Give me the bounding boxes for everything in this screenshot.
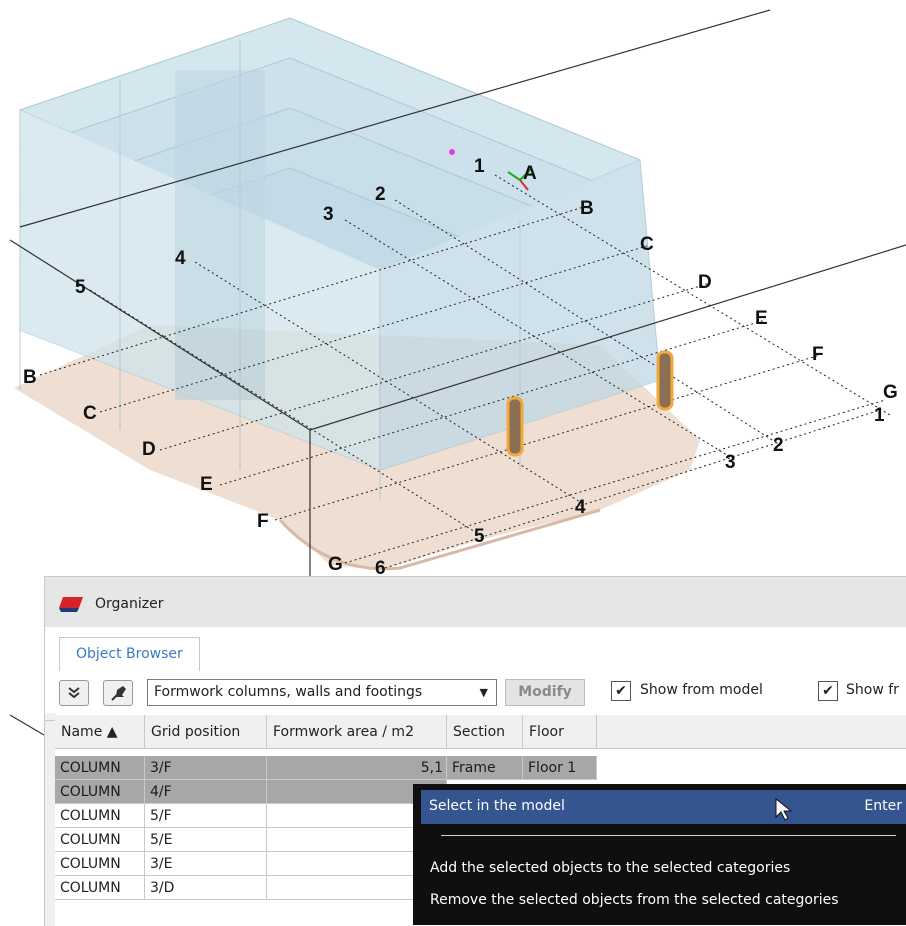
- cell-name: COLUMN: [55, 852, 145, 876]
- cell-grid-position: 4/F: [145, 780, 267, 804]
- organizer-app-icon: [59, 597, 83, 612]
- cell-name: COLUMN: [55, 876, 145, 900]
- grid-label: F: [812, 344, 824, 365]
- grid-label: 4: [575, 497, 586, 518]
- checkmark-icon: ✔: [615, 683, 627, 699]
- grid-label: E: [755, 308, 768, 329]
- grid-label: 1: [474, 156, 485, 177]
- menu-item-select-in-model[interactable]: Select in the model Enter: [421, 790, 906, 824]
- tab-object-browser[interactable]: Object Browser: [59, 637, 200, 671]
- menu-item-add-to-categories[interactable]: Add the selected objects to the selected…: [430, 860, 790, 876]
- grid-label: 3: [323, 204, 334, 225]
- grid-label: F: [257, 511, 269, 532]
- grid-label: G: [328, 554, 343, 575]
- pin-icon: [111, 686, 126, 701]
- cell-grid-position: 5/F: [145, 804, 267, 828]
- cell-section: Frame: [447, 756, 523, 780]
- window-title: Organizer: [95, 596, 164, 612]
- grid-label: G: [883, 382, 898, 403]
- tab-strip: Object Browser: [45, 627, 906, 721]
- show-from-model-checkbox[interactable]: ✔: [611, 681, 631, 701]
- checkmark-icon: ✔: [822, 683, 834, 699]
- grid-label: 2: [375, 184, 386, 205]
- show-second-checkbox[interactable]: ✔: [818, 681, 838, 701]
- cell-name: COLUMN: [55, 756, 145, 780]
- selected-column-3f[interactable]: [506, 396, 524, 457]
- modify-button[interactable]: Modify: [505, 679, 585, 706]
- dropdown-arrow-icon: ▼: [479, 686, 488, 699]
- column-header-filler: [597, 715, 906, 749]
- column-header-name[interactable]: Name ▲: [55, 715, 145, 749]
- grid-label: B: [23, 367, 37, 388]
- cell-formwork-area: 5,1: [267, 756, 447, 780]
- cell-grid-position: 3/F: [145, 756, 267, 780]
- grid-label: C: [83, 403, 97, 424]
- grid-label: D: [142, 439, 156, 460]
- grid-label: 3: [725, 452, 736, 473]
- column-header-section[interactable]: Section: [447, 715, 523, 749]
- grid-label: A: [523, 163, 537, 184]
- grid-label: C: [640, 234, 654, 255]
- cell-grid-position: 3/D: [145, 876, 267, 900]
- table-row[interactable]: COLUMN 3/F 5,1 Frame Floor 1: [55, 756, 906, 780]
- menu-separator: [441, 835, 896, 836]
- grid-label: D: [698, 272, 712, 293]
- grid-label: E: [200, 474, 213, 495]
- category-select[interactable]: Formwork columns, walls and footings ▼: [147, 679, 497, 706]
- double-chevron-down-icon: [68, 687, 80, 699]
- show-second-label: Show fr: [846, 682, 899, 698]
- selected-column-4f[interactable]: [656, 350, 674, 411]
- cell-name: COLUMN: [55, 780, 145, 804]
- grid-label: 5: [75, 277, 86, 298]
- grid-label: 5: [474, 526, 485, 547]
- category-select-value: Formwork columns, walls and footings: [154, 684, 423, 700]
- context-menu: Select in the model Enter Add the select…: [413, 784, 906, 925]
- menu-item-shortcut: Enter: [864, 798, 902, 814]
- menu-item-label: Select in the model: [429, 798, 565, 814]
- menu-item-remove-from-categories[interactable]: Remove the selected objects from the sel…: [430, 892, 839, 908]
- grid-label: 1: [874, 405, 885, 426]
- organizer-toolbar: Formwork columns, walls and footings ▼ M…: [45, 671, 906, 713]
- grid-label: B: [580, 198, 594, 219]
- cell-floor: Floor 1: [523, 756, 597, 780]
- column-header-grid-position[interactable]: Grid position: [145, 715, 267, 749]
- cell-name: COLUMN: [55, 828, 145, 852]
- grid-label: 2: [773, 435, 784, 456]
- cell-grid-position: 3/E: [145, 852, 267, 876]
- pin-button[interactable]: [103, 680, 133, 706]
- organizer-titlebar: Organizer: [45, 577, 906, 627]
- cell-name: COLUMN: [55, 804, 145, 828]
- show-from-model-label: Show from model: [640, 682, 763, 698]
- grid-label: 4: [175, 248, 186, 269]
- cell-grid-position: 5/E: [145, 828, 267, 852]
- mouse-cursor-icon: [775, 798, 793, 821]
- column-header-floor[interactable]: Floor: [523, 715, 597, 749]
- column-header-formwork-area[interactable]: Formwork area / m2: [267, 715, 447, 749]
- expand-all-button[interactable]: [59, 680, 89, 706]
